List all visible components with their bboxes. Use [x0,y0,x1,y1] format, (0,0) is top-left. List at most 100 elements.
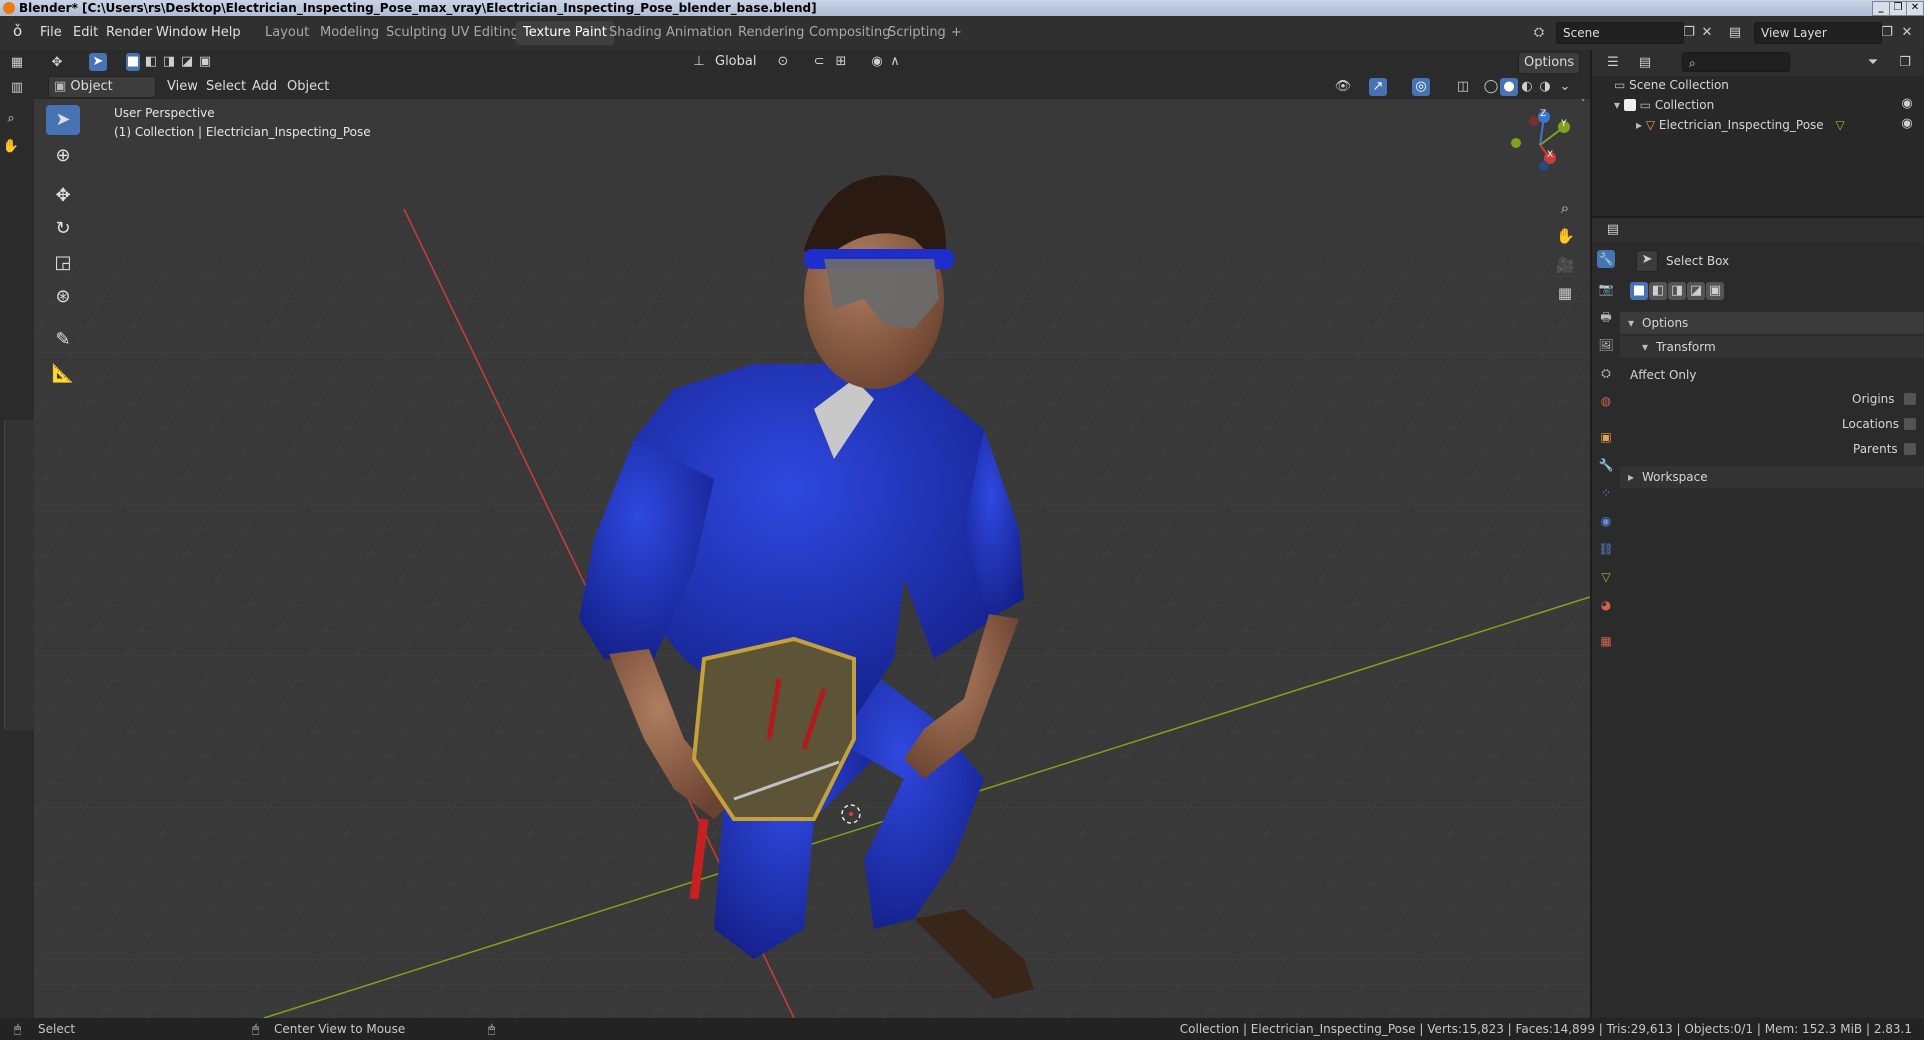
close-button[interactable]: ✕ [1906,1,1924,16]
menu-window[interactable]: Window [156,25,207,40]
mode-invert-icon[interactable]: ◪ [180,53,194,71]
visibility-icon[interactable]: 👁 [1334,78,1352,96]
outliner-item-scene-collection[interactable]: ▭ Scene Collection [1614,76,1729,94]
snap-target-icon[interactable]: ⊞ [832,53,850,71]
perspective-toggle-icon[interactable]: ▦ [1556,284,1574,302]
scene-name-field[interactable]: Scene [1556,22,1684,44]
tab-texture-icon[interactable]: ▦ [1597,632,1615,650]
new-scene-icon[interactable]: ❐ [1680,24,1698,42]
rendered-shading-icon[interactable]: ◑ [1536,78,1554,96]
orientation-icon[interactable]: ⊥ [690,53,708,71]
measure-tool-icon[interactable]: 📐 [46,359,80,389]
outliner-search-field[interactable]: ⌕ [1682,52,1790,72]
tab-constraints-icon[interactable]: ⛓ [1597,540,1615,558]
workspace-section-header[interactable]: ▸ Workspace [1620,466,1924,488]
menu-help[interactable]: Help [211,25,241,40]
delete-scene-icon[interactable]: ✕ [1698,24,1716,42]
3d-viewport[interactable]: User Perspective (1) Collection | Electr… [34,99,1590,1018]
pan-icon[interactable]: ✋ [1556,227,1575,245]
mode-extend-icon[interactable]: ◧ [1649,282,1667,300]
blender-menu-icon[interactable]: ǒ [13,22,22,40]
rotate-tool-icon[interactable]: ↻ [46,214,80,244]
options-dropdown[interactable]: Options [1518,52,1581,74]
tab-material-icon[interactable]: ◕ [1597,596,1615,614]
tab-particles-icon[interactable]: ⁘ [1597,484,1615,502]
locations-checkbox[interactable] [1904,418,1916,430]
minimize-button[interactable]: _ [1872,1,1890,16]
mode-intersect-icon[interactable]: ▣ [198,53,212,71]
properties-editor-icon[interactable]: ▤ [1604,221,1622,239]
tab-world-icon[interactable]: ◍ [1597,392,1615,410]
tab-physics-icon[interactable]: ◉ [1597,512,1615,530]
select-box-tool-icon[interactable]: ➤ [89,53,107,71]
scale-tool-icon[interactable]: ◲ [46,248,80,278]
transform-subsection-header[interactable]: ▾ Transform [1620,336,1924,358]
menu-view[interactable]: View [162,77,203,97]
select-tool-icon[interactable]: ➤ [46,105,80,135]
cursor-tool-icon[interactable]: ⊕ [46,141,80,171]
tab-scripting[interactable]: Scripting [881,21,953,45]
collection-visibility-eye-icon[interactable]: ◉ [1898,95,1916,113]
tab-modeling[interactable]: Modeling [313,21,386,45]
sidebar-toggle-icon[interactable]: ▥ [8,79,26,97]
overlays-toggle-icon[interactable]: ◎ [1412,78,1430,96]
pan-hand-icon[interactable]: ✋ [2,138,20,156]
view-layer-icon[interactable]: ▤ [1726,24,1744,42]
solid-shading-icon[interactable]: ● [1500,78,1518,96]
tab-rendering[interactable]: Rendering [731,21,811,45]
mode-invert-icon[interactable]: ◪ [1687,282,1705,300]
options-section-header[interactable]: ▾ Options [1620,312,1924,334]
scene-icon[interactable]: ⛭ [1530,24,1548,42]
navigation-gizmo[interactable]: Z Y X [1500,105,1580,185]
falloff-icon[interactable]: ∧ [886,53,904,71]
menu-select[interactable]: Select [201,77,251,97]
delete-view-layer-icon[interactable]: ✕ [1898,24,1916,42]
object-mode-dropdown[interactable]: ▣ Object Mode ▾ [48,76,156,114]
sidebar-expand-chevron-icon[interactable]: ‹ [1574,99,1590,109]
camera-view-icon[interactable]: 🎥 [1556,256,1575,274]
origins-checkbox[interactable] [1904,393,1916,405]
display-mode-icon[interactable]: ▤ [1636,54,1654,72]
annotate-tool-icon[interactable]: ✎ [46,325,80,355]
pivot-point-icon[interactable]: ⊙ [774,53,792,71]
transform-tool-icon[interactable]: ✥ [48,54,66,72]
filter-icon[interactable]: ⏷ [1864,54,1882,72]
mode-extend-icon[interactable]: ◧ [144,53,158,71]
tab-output-icon[interactable]: 🖶 [1597,308,1615,326]
menu-object[interactable]: Object [282,77,334,97]
tab-modifiers-icon[interactable]: 🔧 [1597,456,1615,474]
tab-object-icon[interactable]: ▣ [1597,428,1615,446]
material-shading-icon[interactable]: ◐ [1518,78,1536,96]
snap-icon[interactable]: ⊂ [810,53,828,71]
expand-chevron-icon[interactable]: ▸ [1636,118,1646,132]
zoom-toggle-icon[interactable]: ⌕ [2,110,20,128]
menu-render[interactable]: Render [106,25,152,40]
view-layer-field[interactable]: View Layer [1754,22,1882,44]
tab-tool-icon[interactable]: 🔧 [1597,250,1615,268]
new-collection-icon[interactable]: ❐ [1896,54,1914,72]
zoom-icon[interactable]: ⌕ [1556,199,1574,217]
tab-render-icon[interactable]: 📷 [1597,280,1615,298]
mode-subtract-icon[interactable]: ◨ [162,53,176,71]
mode-new-icon[interactable]: ■ [126,53,140,71]
outliner-item-collection[interactable]: ▾ ▭ Collection [1614,96,1714,114]
mode-new-icon[interactable]: ■ [1630,282,1648,300]
editor-type-icon[interactable]: ▦ [8,54,26,72]
transform-tool-icon[interactable]: ⊛ [46,282,80,312]
shading-options-chevron-icon[interactable]: ⌄ [1556,78,1574,96]
menu-file[interactable]: File [40,25,62,40]
add-workspace-button[interactable]: + [944,21,969,45]
tab-animation[interactable]: Animation [659,21,739,45]
wireframe-shading-icon[interactable]: ◯ [1482,78,1500,96]
menu-edit[interactable]: Edit [73,25,98,40]
tab-view-layer-icon[interactable]: 🖼 [1597,336,1615,354]
collapse-chevron-icon[interactable]: ▾ [1614,98,1624,112]
tab-layout[interactable]: Layout [258,21,316,45]
mode-subtract-icon[interactable]: ◨ [1668,282,1686,300]
outliner-item-object[interactable]: ▸ ▽ Electrician_Inspecting_Pose ▽ [1636,116,1845,134]
menu-add[interactable]: Add [247,77,282,97]
gizmo-toggle-icon[interactable]: ↗ [1369,78,1387,96]
tab-texture-paint[interactable]: Texture Paint [516,21,614,45]
parents-checkbox[interactable] [1904,443,1916,455]
tab-uv-editing[interactable]: UV Editing [444,21,526,45]
